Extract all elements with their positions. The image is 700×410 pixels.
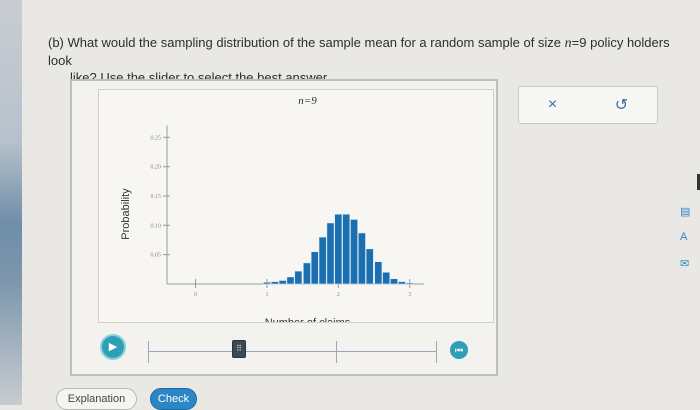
play-icon[interactable]: ▶ [100, 334, 126, 360]
histogram-bar [310, 251, 319, 285]
histogram-bar [286, 276, 295, 285]
histogram-bar [382, 271, 391, 285]
histogram-bar [270, 281, 279, 285]
mail-icon[interactable]: ✉ [680, 257, 700, 279]
histogram-bar [303, 262, 311, 285]
histogram-bar [374, 261, 383, 285]
simulation-panel: 0.05 0.10 0.15 0.20 0.25 0 1 2 3 n=9 Number of cla… [70, 79, 498, 376]
y-tick-label: 0.20 [151, 165, 162, 171]
text-icon[interactable]: A [680, 231, 700, 253]
x-axis-label: Number of claims [265, 317, 351, 322]
side-tools: ▤ A ✉ [680, 205, 700, 283]
calculator-icon[interactable]: ▤ [680, 205, 700, 227]
histogram-bar [397, 281, 406, 285]
skip-back-icon[interactable]: ⏮ [450, 341, 468, 359]
histogram-bar [405, 282, 414, 285]
histogram-bar [318, 236, 327, 285]
question-line1-pre: What would the sampling distribution of … [67, 35, 565, 50]
histogram-bar [390, 278, 398, 285]
y-tick-label: 0.25 [151, 135, 162, 141]
background-photo-strip [0, 0, 22, 405]
x-tick-label: 2 [337, 292, 340, 298]
histogram-bar [278, 280, 287, 285]
y-tick-label: 0.10 [151, 223, 162, 229]
sampling-distribution-chart: 0.05 0.10 0.15 0.20 0.25 0 1 2 3 n=9 Number of cla… [120, 95, 424, 329]
check-button[interactable]: Check [150, 388, 197, 410]
slider-tick [148, 341, 149, 363]
y-tick-label: 0.05 [151, 253, 162, 259]
slider-handle[interactable]: ⠿ [232, 340, 246, 358]
x-tick-label: 0 [194, 292, 197, 298]
question-part-label: (b) [48, 35, 64, 50]
tool-panel: × ↺ [518, 86, 658, 124]
slider-tick [336, 341, 337, 363]
chart-area: 0.05 0.10 0.15 0.20 0.25 0 1 2 3 n=9 Number of cla… [98, 89, 494, 329]
y-axis-label: Probability [120, 188, 132, 240]
histogram-bar [294, 270, 303, 285]
slider-tick [436, 341, 437, 363]
n-variable: n [564, 36, 572, 51]
question-n-value: =9 [571, 35, 587, 50]
sample-size-slider[interactable]: ▶ ⠿ ⏮ [100, 333, 480, 365]
histogram-bar [334, 213, 343, 285]
histogram-bar [263, 281, 271, 285]
x-tick-label: 1 [265, 292, 268, 298]
histogram-bar [357, 232, 366, 285]
y-tick-label: 0.15 [151, 194, 162, 200]
x-tick-label: 3 [408, 292, 411, 298]
histogram-bar [326, 222, 335, 285]
explanation-button[interactable]: Explanation [56, 388, 137, 410]
histogram-bar [365, 248, 374, 285]
reset-icon[interactable]: ↺ [615, 95, 628, 115]
histogram-bar [350, 219, 358, 285]
slider-track[interactable] [148, 351, 436, 352]
close-icon[interactable]: × [548, 96, 557, 114]
chart-title: n=9 [298, 95, 317, 107]
histogram-bar [342, 213, 351, 285]
